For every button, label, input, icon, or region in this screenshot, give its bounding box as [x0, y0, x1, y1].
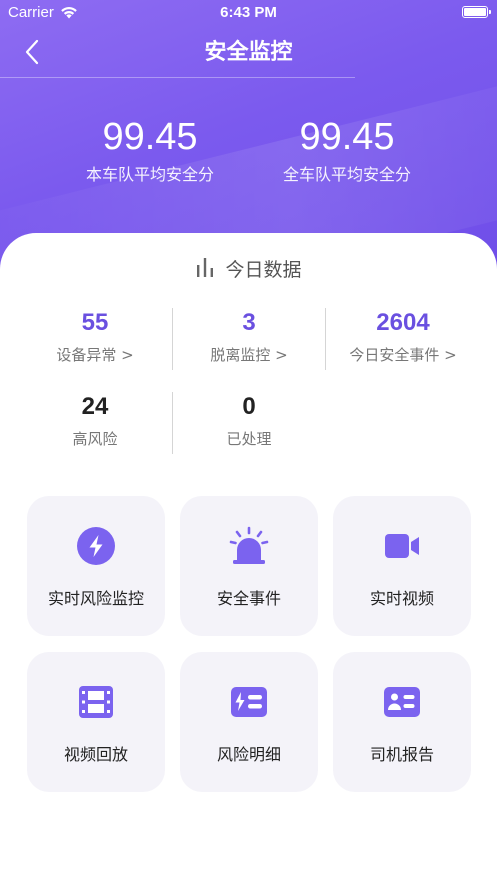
today-data-heading: 今日数据 [0, 255, 497, 282]
team-average-score: 99.45 本车队平均安全分 [50, 115, 250, 185]
stat-value: 2604 [376, 309, 430, 336]
battery-icon [462, 6, 491, 18]
tile-label: 实时视频 [369, 589, 434, 608]
tile-realtime-video[interactable]: 实时视频 [333, 496, 471, 636]
stat-divider [172, 308, 173, 370]
stat-label: 高风险 [72, 430, 118, 448]
tile-risk-details[interactable]: 风险明细 [180, 652, 318, 792]
tile-label: 司机报告 [369, 745, 434, 764]
tile-label: 实时风险监控 [47, 589, 144, 608]
stat-value: 24 [81, 393, 109, 420]
stat-value: 0 [242, 393, 256, 420]
video-camera-icon [385, 534, 419, 558]
driver-card-icon [384, 687, 420, 717]
status-bar: Carrier 6:43 PM [0, 0, 497, 26]
stat-label: 已处理 [226, 430, 272, 448]
tile-label: 视频回放 [63, 745, 128, 764]
stat-out-of-monitoring[interactable]: 3 脱离监控 > [174, 308, 324, 365]
tile-video-playback[interactable]: 视频回放 [27, 652, 165, 792]
risk-detail-icon [231, 687, 267, 717]
stat-divider [172, 392, 173, 454]
stat-label: 设备异常 > [56, 346, 134, 364]
film-icon [79, 686, 113, 718]
stat-processed: 0 已处理 [174, 392, 324, 449]
tile-safety-events[interactable]: 安全事件 [180, 496, 318, 636]
stat-today-safety-events[interactable]: 2604 今日安全事件 > [327, 308, 479, 365]
fleet-score-label: 全车队平均安全分 [282, 165, 411, 184]
tile-realtime-risk-monitoring[interactable]: 实时风险监控 [27, 496, 165, 636]
stat-label: 脱离监控 > [210, 346, 288, 364]
stat-device-abnormal[interactable]: 55 设备异常 > [20, 308, 170, 365]
stat-divider [325, 308, 326, 370]
stat-high-risk: 24 高风险 [20, 392, 170, 449]
stat-value: 3 [242, 309, 256, 336]
nav-bar: 安全监控 [0, 26, 497, 76]
tile-driver-report[interactable]: 司机报告 [333, 652, 471, 792]
fleet-score-value: 99.45 [299, 116, 395, 158]
team-score-value: 99.45 [102, 116, 198, 158]
tile-label: 风险明细 [216, 745, 281, 764]
today-data-title: 今日数据 [225, 259, 302, 281]
lightning-circle-icon [77, 527, 115, 565]
alarm-siren-icon [229, 526, 269, 564]
nav-divider [0, 77, 355, 78]
stat-label: 今日安全事件 > [349, 346, 457, 364]
team-score-label: 本车队平均安全分 [85, 165, 214, 184]
stat-value: 55 [81, 309, 109, 336]
status-time: 6:43 PM [220, 4, 277, 21]
page-title: 安全监控 [204, 40, 293, 65]
tile-label: 安全事件 [216, 589, 281, 608]
bar-chart-icon [197, 258, 214, 277]
fleet-average-score: 99.45 全车队平均安全分 [247, 115, 447, 185]
